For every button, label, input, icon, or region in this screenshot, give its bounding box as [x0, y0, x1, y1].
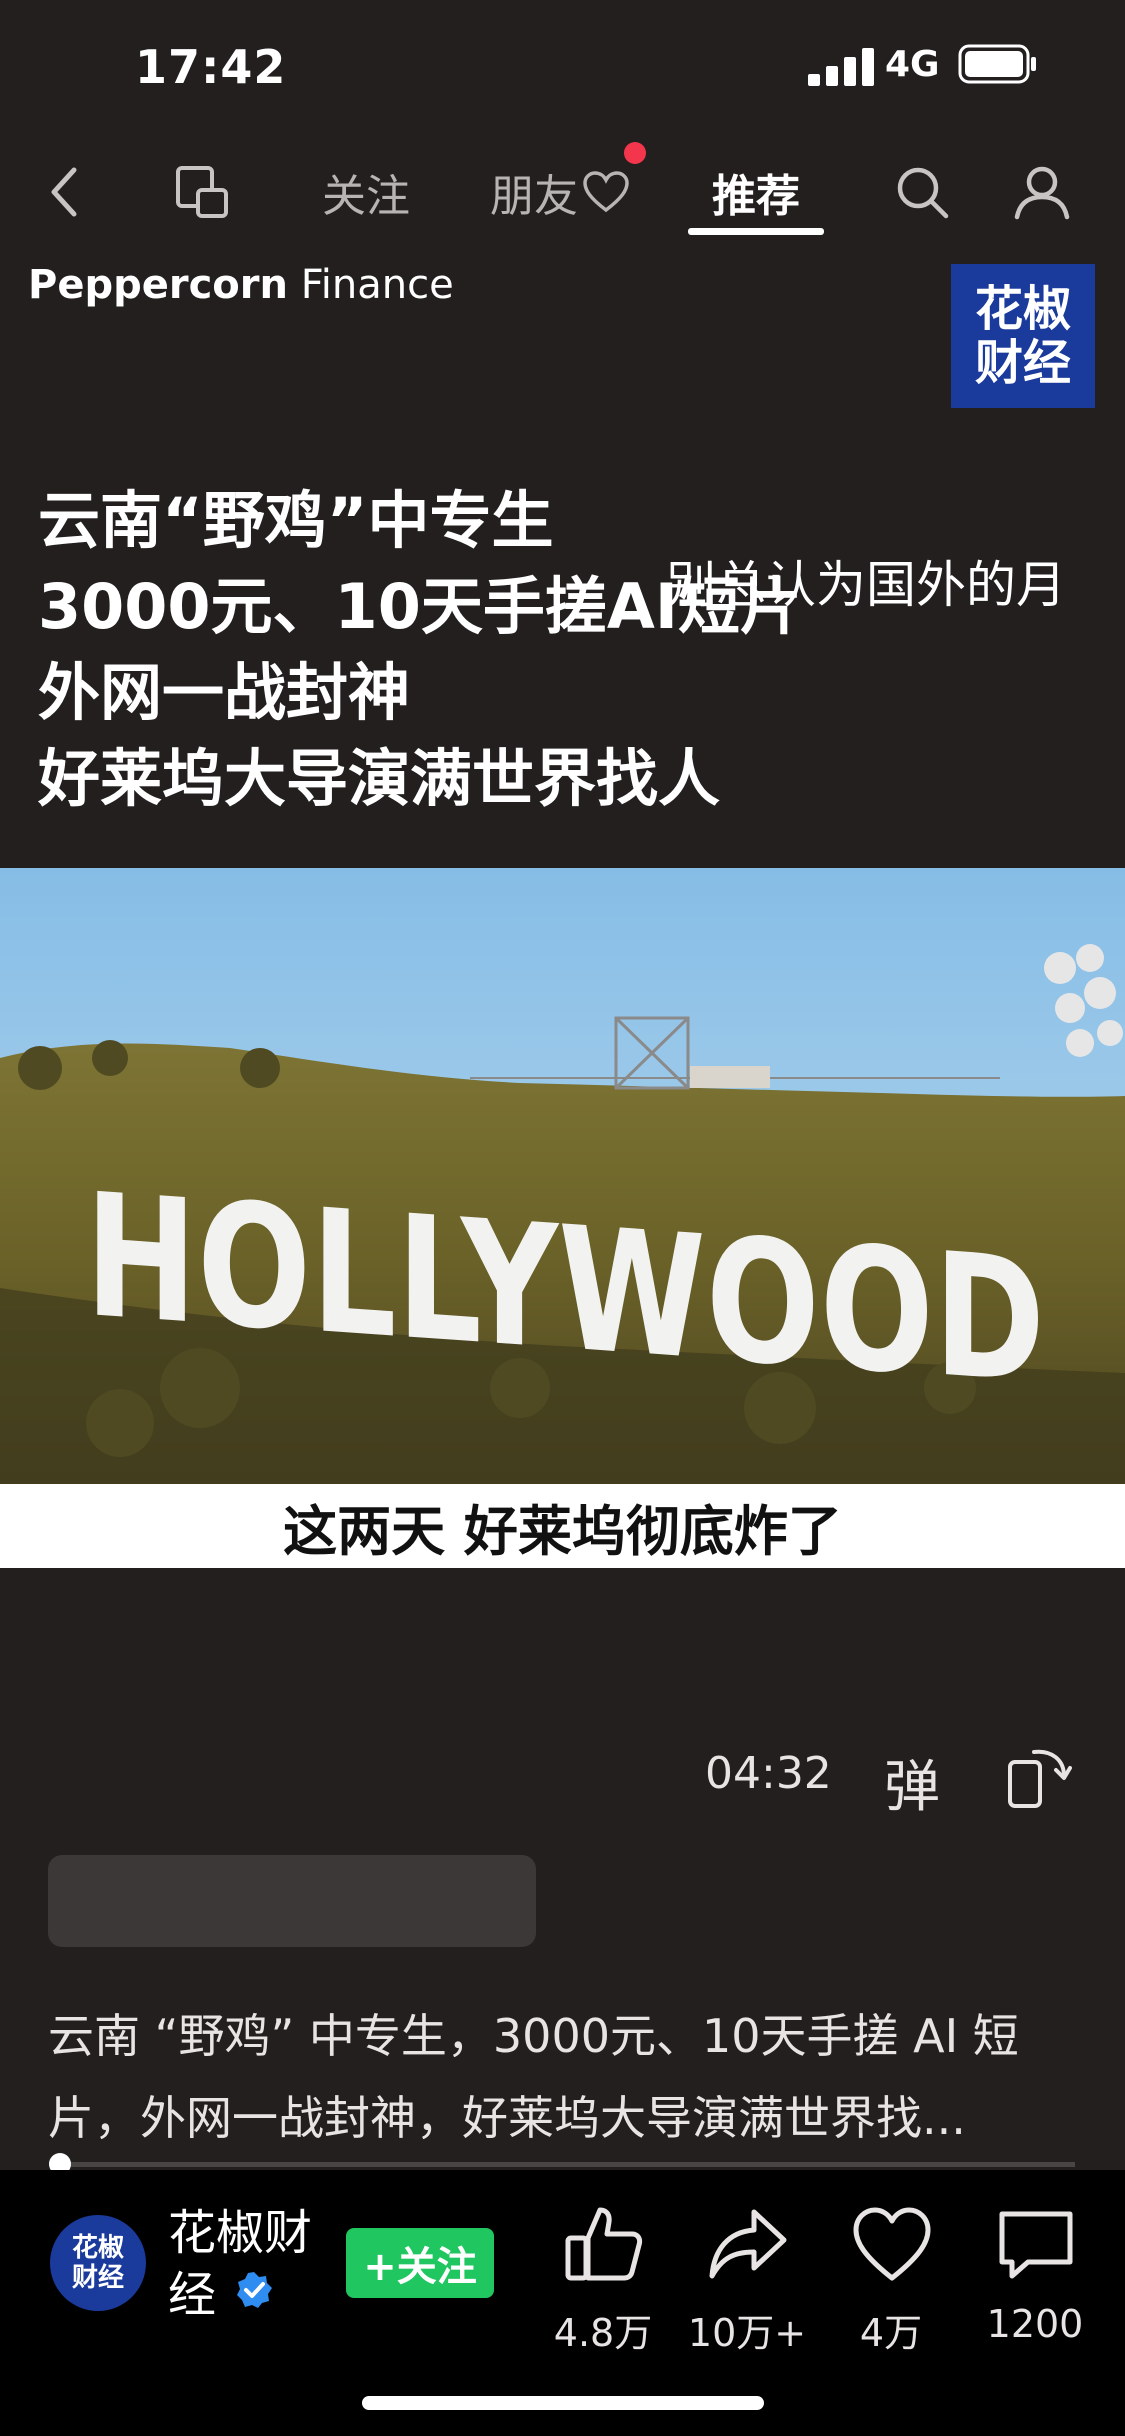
headline-line: 外网一战封神 — [38, 656, 411, 729]
danmaku-comment: 别总认为国外的月 — [666, 556, 1066, 614]
tab-recommend[interactable]: 推荐 — [712, 160, 800, 224]
avatar-text: 花椒 财经 — [71, 2233, 124, 2293]
heart-outline-icon — [583, 171, 629, 213]
headline-line: 好莱坞大导演满世界找人 — [38, 742, 721, 815]
comment-icon[interactable] — [994, 2202, 1078, 2286]
comment-count: 1200 — [986, 2302, 1084, 2346]
heart-icon[interactable] — [850, 2202, 934, 2286]
follow-button[interactable]: +关注 — [346, 2228, 494, 2298]
video-frame[interactable]: HOLLYWOOD — [0, 868, 1125, 1484]
video-description[interactable]: 云南 “野鸡” 中专生，3000元、10天手搓 AI 短片，外网一战封神，好莱坞… — [48, 1995, 1088, 2159]
share-icon[interactable] — [706, 2202, 790, 2286]
tab-friends-label: 朋友 — [490, 171, 578, 222]
blurred-tag — [48, 1855, 536, 1947]
status-time: 17:42 — [135, 40, 287, 94]
verified-badge-icon — [237, 2272, 272, 2308]
video-headline: 云南“野鸡”中专生 3000元、10天手搓AI短片 外网一战封神 好莱坞大导演满… — [38, 478, 858, 822]
favorite-count: 4万 — [859, 2311, 923, 2355]
tab-following[interactable]: 关注 — [322, 160, 410, 224]
signal-icon — [808, 48, 874, 86]
home-indicator[interactable] — [362, 2396, 764, 2410]
video-subtitle: 这两天 好莱坞彻底炸了 — [0, 1484, 1125, 1568]
share-count: 10万+ — [687, 2311, 807, 2355]
fullscreen-rotate-icon[interactable] — [1004, 1742, 1072, 1812]
network-type: 4G — [885, 44, 940, 85]
notification-dot — [624, 142, 646, 164]
like-count: 4.8万 — [553, 2311, 653, 2355]
author-avatar[interactable]: 花椒 财经 — [50, 2215, 146, 2311]
cast-screen-icon[interactable] — [172, 162, 232, 222]
video-duration: 04:32 — [705, 1748, 832, 1799]
back-icon[interactable] — [36, 162, 96, 222]
brand-watermark: Peppercorn Finance — [28, 262, 454, 308]
channel-logo: 花椒 财经 — [951, 264, 1095, 408]
battery-icon — [958, 44, 1036, 84]
tab-friends[interactable]: 朋友 — [490, 160, 578, 224]
profile-icon[interactable] — [1012, 162, 1072, 222]
thumbs-up-icon[interactable] — [562, 2202, 646, 2286]
active-tab-indicator — [688, 228, 824, 235]
channel-logo-text: 花椒 财经 — [974, 281, 1071, 391]
danmaku-toggle-label: 弹 — [884, 1755, 940, 1820]
search-icon[interactable] — [892, 162, 952, 222]
danmaku-toggle-button[interactable]: 弹 — [884, 1742, 940, 1823]
progress-track[interactable] — [50, 2162, 1075, 2167]
